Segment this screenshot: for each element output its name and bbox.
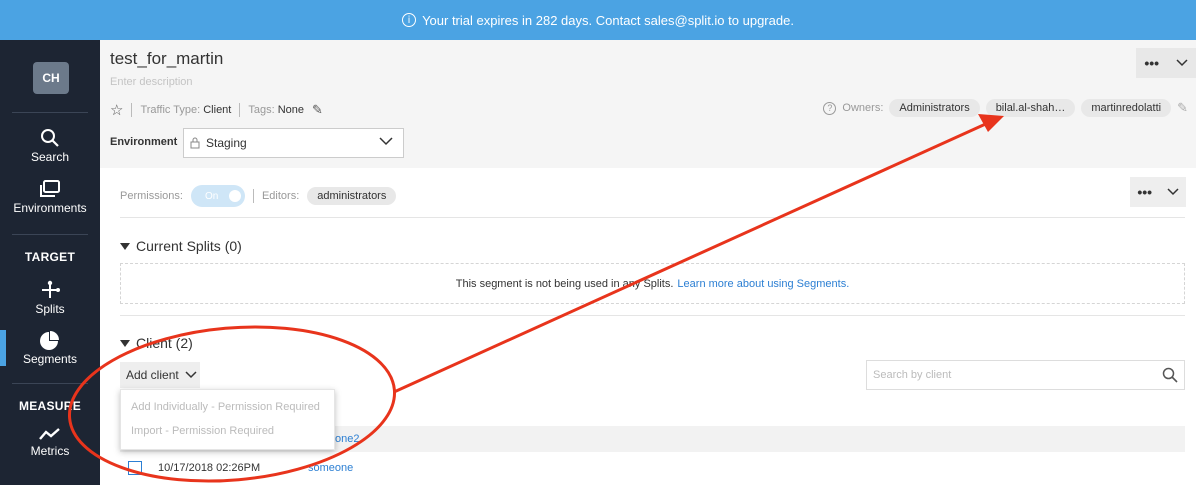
current-splits-header[interactable]: Current Splits (0)	[120, 238, 242, 254]
more-icon: •••	[1137, 184, 1153, 200]
editor-chip[interactable]: administrators	[307, 187, 397, 205]
add-client-label: Add client	[126, 368, 179, 382]
sidebar-item-search[interactable]: Search	[0, 128, 100, 164]
sidebar-item-label: Segments	[22, 352, 78, 366]
sidebar-item-label: Splits	[35, 302, 65, 316]
environment-value: Staging	[206, 136, 247, 150]
collapse-triangle-icon	[120, 339, 130, 347]
sidebar-item-label: Metrics	[30, 444, 70, 458]
permissions-row: Permissions: On Editors: administrators …	[100, 177, 1196, 217]
client-key-link[interactable]: one2	[335, 433, 359, 445]
sidebar-divider	[12, 234, 88, 235]
trial-banner: i Your trial expires in 282 days. Contac…	[0, 0, 1196, 40]
chevron-down-icon	[1176, 59, 1188, 67]
sidebar-item-splits[interactable]: Splits	[0, 278, 100, 316]
toggle-text: On	[204, 190, 219, 202]
client-key-link[interactable]: someone	[308, 462, 353, 474]
search-icon[interactable]	[1162, 367, 1178, 383]
owner-chip[interactable]: bilal.al-shah…	[985, 99, 1076, 117]
search-placeholder: Search by client	[873, 369, 952, 381]
owners: ? Owners: Administrators bilal.al-shah… …	[823, 99, 1188, 117]
current-splits-empty: This segment is not being used in any Sp…	[120, 263, 1185, 304]
menu-item-import[interactable]: Import - Permission Required	[131, 425, 274, 437]
sidebar-divider	[12, 112, 88, 113]
collapse-triangle-icon	[120, 242, 130, 250]
current-splits-title: Current Splits (0)	[136, 238, 242, 254]
divider	[120, 217, 1185, 218]
sidebar-divider	[12, 383, 88, 384]
learn-more-link[interactable]: Learn more about using Segments.	[677, 278, 849, 290]
sidebar-section-measure: MEASURE	[18, 399, 82, 413]
empty-message: This segment is not being used in any Sp…	[455, 277, 674, 290]
owner-chip[interactable]: martinredolatti	[1081, 99, 1172, 117]
description-field[interactable]: Enter description	[110, 76, 193, 88]
client-header[interactable]: Client (2)	[120, 335, 193, 351]
environments-icon	[40, 180, 60, 197]
owner-chip[interactable]: Administrators	[889, 99, 980, 117]
toggle-knob	[228, 190, 241, 202]
owners-label: Owners:	[842, 102, 884, 114]
add-client-dropdown: Add Individually - Permission Required I…	[120, 389, 335, 450]
tags-value: None	[277, 104, 305, 116]
segments-icon	[40, 331, 59, 350]
row-checkbox[interactable]	[128, 461, 142, 475]
client-search-input[interactable]: Search by client	[866, 360, 1185, 390]
main-content: test_for_martin Enter description ☆ Traf…	[100, 40, 1196, 485]
sidebar-section-target: TARGET	[24, 250, 76, 264]
tags-label: Tags:	[248, 104, 275, 116]
menu-item-add-individually[interactable]: Add Individually - Permission Required	[131, 401, 320, 413]
more-icon: •••	[1144, 55, 1160, 71]
metrics-icon	[39, 428, 60, 440]
sidebar-item-environments[interactable]: Environments	[0, 179, 100, 215]
client-title: Client (2)	[136, 335, 193, 351]
divider	[252, 189, 254, 203]
chevron-down-icon	[379, 137, 393, 146]
permissions: Permissions: On Editors: administrators	[120, 185, 397, 207]
help-icon[interactable]: ?	[823, 101, 837, 115]
environment-label: Environment	[110, 136, 178, 148]
add-client-button[interactable]: Add client	[120, 362, 200, 388]
sidebar-item-segments[interactable]: Segments	[0, 330, 100, 366]
star-icon[interactable]: ☆	[110, 101, 123, 119]
search-icon	[41, 129, 59, 147]
segment-header: test_for_martin Enter description ☆ Traf…	[100, 40, 1196, 168]
page-title[interactable]: test_for_martin	[110, 49, 223, 69]
divider	[131, 103, 133, 117]
lock-icon	[190, 137, 200, 149]
info-icon: i	[402, 13, 417, 27]
traffic-type-value: Client	[203, 104, 232, 116]
splits-icon	[42, 280, 60, 298]
chevron-down-icon	[185, 371, 197, 379]
segment-meta: ☆ Traffic Type: Client Tags: None ✎	[110, 101, 323, 119]
divider	[120, 315, 1185, 316]
traffic-type: Traffic Type: Client	[140, 104, 231, 116]
tags: Tags: None	[248, 104, 304, 116]
editors-label: Editors:	[261, 190, 300, 202]
edit-owners-icon[interactable]: ✎	[1177, 101, 1188, 116]
edit-tags-icon[interactable]: ✎	[312, 103, 323, 118]
sidebar-item-metrics[interactable]: Metrics	[0, 426, 100, 458]
row-date: 10/17/2018 02:26PM	[158, 462, 261, 474]
sidebar-item-label: Search	[30, 150, 70, 164]
trial-banner-text: Your trial expires in 282 days. Contact …	[422, 12, 794, 28]
sidebar: CH Search Environments TARGET Splits Seg…	[0, 40, 100, 485]
permissions-toggle[interactable]: On	[190, 185, 245, 207]
traffic-type-label: Traffic Type:	[140, 104, 201, 116]
avatar[interactable]: CH	[33, 62, 69, 94]
permissions-actions-menu[interactable]: •••	[1130, 177, 1186, 207]
environment-select[interactable]: Staging	[183, 128, 404, 158]
chevron-down-icon	[1167, 188, 1179, 196]
divider	[239, 103, 241, 117]
sidebar-item-label: Environments	[13, 201, 87, 215]
permissions-label: Permissions:	[120, 190, 183, 202]
segment-actions-menu[interactable]: •••	[1136, 48, 1196, 78]
